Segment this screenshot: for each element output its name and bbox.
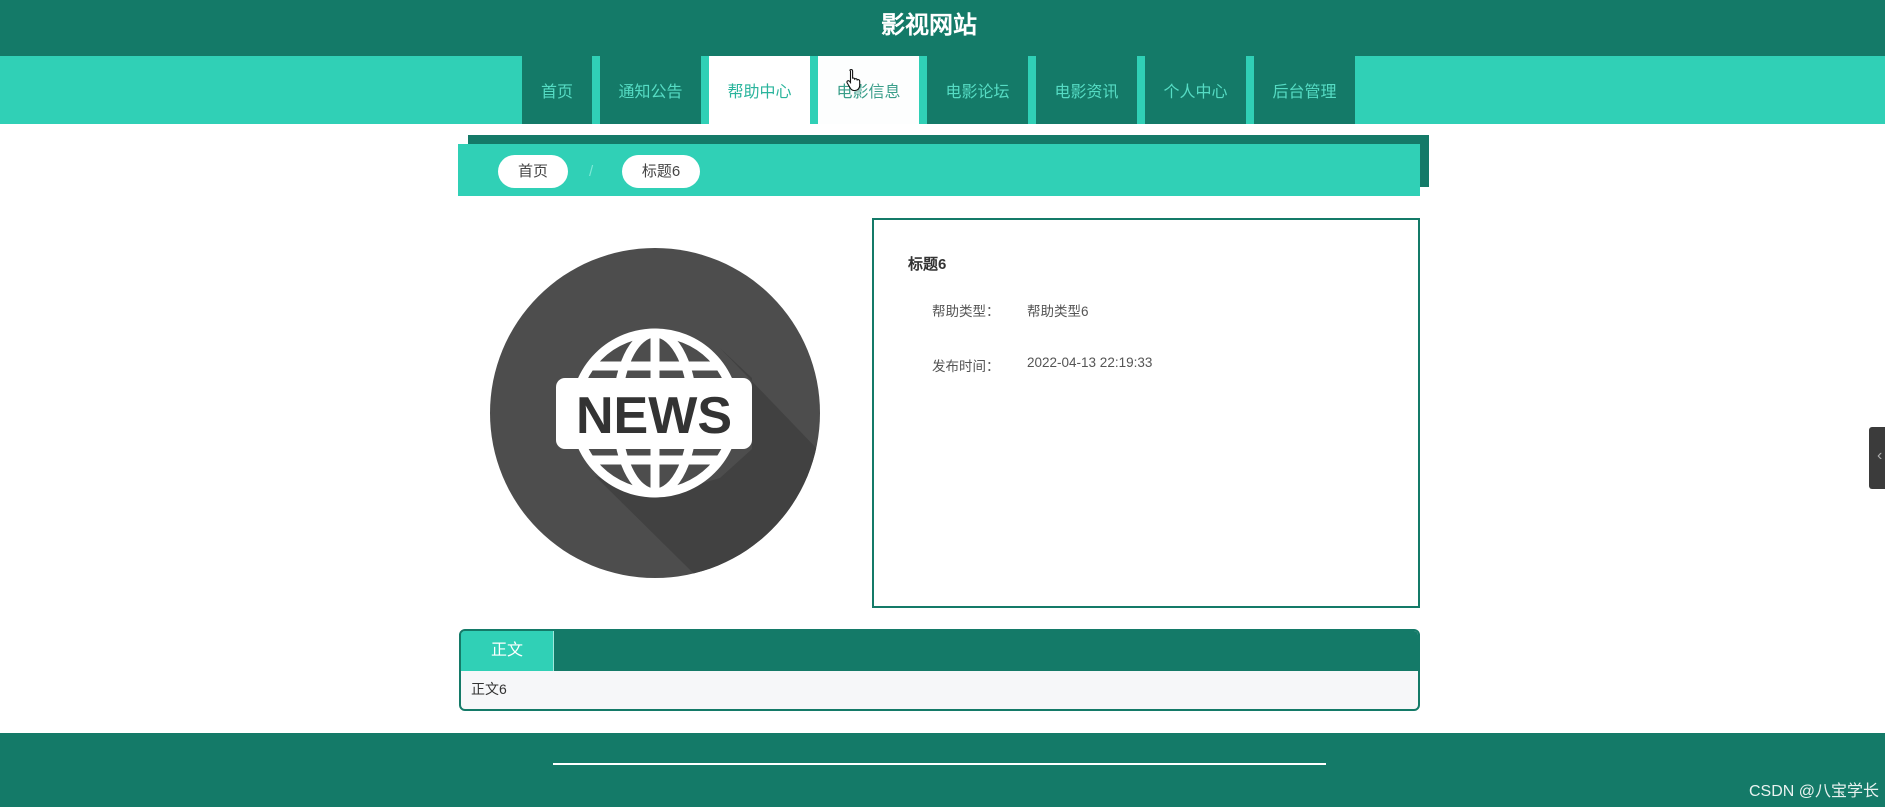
field-value: 帮助类型6 [1027, 304, 1089, 319]
content-body-text: 正文6 [471, 681, 507, 697]
site-title: 影视网站 [881, 12, 977, 39]
field-label: 发布时间： [932, 359, 1000, 374]
site-header: 影视网站 [0, 0, 1885, 56]
hand-pointer-cursor-icon [846, 68, 861, 92]
nav-item-notices[interactable]: 通知公告 [600, 56, 701, 124]
nav-item-home[interactable]: 首页 [522, 56, 592, 124]
field-value: 2022-04-13 22:19:33 [1027, 355, 1153, 370]
tab-body[interactable]: 正文 [461, 631, 554, 671]
breadcrumb-separator: / [589, 163, 594, 180]
chevron-left-icon: ‹ [1877, 447, 1883, 464]
footer [0, 733, 1885, 807]
news-image: NEWS [490, 248, 820, 578]
main-nav: 首页 通知公告 帮助中心 电影信息 电影论坛 电影资讯 个人中心 后台管理 [522, 56, 1355, 124]
nav-item-personal-center[interactable]: 个人中心 [1145, 56, 1246, 124]
nav-item-admin[interactable]: 后台管理 [1254, 56, 1355, 124]
content-tab-bar: 正文 [461, 631, 1418, 671]
nav-item-movie-info[interactable]: 电影信息 [818, 56, 919, 124]
news-badge-text: NEWS [576, 387, 732, 445]
footer-divider [553, 763, 1326, 765]
content-panel: 正文 正文6 [459, 629, 1420, 711]
side-panel-handle[interactable]: ‹ [1869, 427, 1885, 489]
nav-item-movie-forum[interactable]: 电影论坛 [927, 56, 1028, 124]
breadcrumb: 首页 / 标题6 [458, 144, 1420, 196]
nav-item-help-center[interactable]: 帮助中心 [709, 56, 810, 124]
news-globe-icon: NEWS [490, 248, 820, 578]
detail-panel: 标题6 帮助类型： 帮助类型6 发布时间： 2022-04-13 22:19:3… [872, 218, 1420, 608]
field-publish-time: 发布时间： 2022-04-13 22:19:33 [932, 355, 1152, 375]
breadcrumb-home-link[interactable]: 首页 [498, 155, 568, 188]
breadcrumb-current[interactable]: 标题6 [622, 155, 700, 188]
detail-title: 标题6 [908, 256, 947, 273]
watermark: CSDN @八宝学长 [1748, 783, 1879, 800]
field-help-type: 帮助类型： 帮助类型6 [932, 300, 1089, 320]
nav-item-movie-news[interactable]: 电影资讯 [1036, 56, 1137, 124]
field-label: 帮助类型： [932, 304, 1000, 319]
